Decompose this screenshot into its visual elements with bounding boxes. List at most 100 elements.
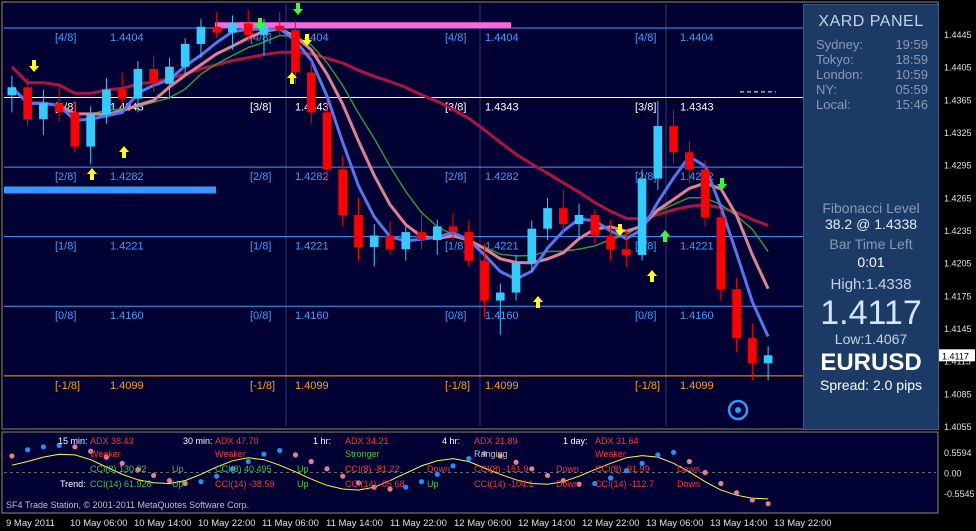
candle-body [86,114,95,147]
indicator-dot [340,473,346,479]
tf-strength: Weaker [90,449,121,459]
tf-adx: ADX 38.43 [90,436,134,446]
indicator-dot [9,453,15,459]
tf-cci14-dir: Up [297,479,309,489]
level-name: [0/8] [250,310,271,322]
candle-body [7,87,17,96]
indicator-dot [734,490,740,496]
indicator-dot [655,452,661,458]
indicator-dot [466,455,472,462]
indicator-dot [25,447,31,453]
tf-adx: ADX 47.70 [215,436,259,446]
tf-strength: Weaker [215,449,246,459]
level-value: 1.4099 [680,380,714,392]
candle-body [448,226,458,233]
level-value: 1.4099 [485,380,519,392]
main-chart-area[interactable] [1,1,939,430]
tf-cci14: CCI(14) 61.928 [90,479,152,489]
bar-time-label: Bar Time Left [829,236,913,252]
indicator-dot [718,480,724,487]
level-name: [4/8] [55,32,76,44]
price-tick: 1.4085 [944,389,972,399]
time-tick: 13 May 14:00 [710,518,768,529]
level-value: 1.4221 [110,241,144,253]
tf-adx: ADX 34.21 [345,436,389,446]
level-name: [-1/8] [445,380,470,392]
level-value: 1.4343 [680,102,714,114]
tf-name: 4 hr: [442,436,460,446]
level-name: [-1/8] [635,380,660,392]
tf-strength: Stronger [345,449,380,459]
time-tick: 10 May 14:00 [134,518,192,529]
level-name: [0/8] [445,310,466,322]
indicator-dot [261,451,267,457]
level-value: 1.4160 [485,310,519,322]
level-name: [1/8] [55,241,76,253]
candle-body [606,235,615,250]
indicator-dot [40,444,46,450]
symbol: EURUSD [820,349,922,376]
tf-cci8: CCI(8) -151.9 [474,464,529,474]
price-tick: 1.4175 [944,291,972,301]
time-tick: 12 May 06:00 [454,518,512,529]
candle-body [685,152,694,170]
candle-body [700,169,710,218]
tf-cci8-dir: Down [677,464,700,474]
tf-cci14: CCI(14) -38.59 [215,479,275,489]
indicator-tick: -0.5545 [944,489,975,499]
candle-body [102,89,111,115]
candle-body [133,69,143,99]
candle-body [574,215,584,225]
time-tick: 11 May 06:00 [262,518,319,529]
candle-body [417,232,426,241]
indicator-dot [529,466,535,472]
tf-name: 1 hr: [313,436,331,446]
candle-body [354,215,363,247]
time-tick: 9 May 2011 [6,518,55,529]
tf-cci14: CCI(14) -104.1 [474,479,534,489]
candle-body [322,112,332,170]
level-value: 1.4343 [485,102,519,114]
fib-value: 38.2 @ 1.4338 [824,216,918,232]
level-value: 1.4282 [295,171,329,183]
candle-body [275,25,285,31]
candle-body [385,235,395,250]
level-value: 1.4099 [295,380,329,392]
level-value: 1.4282 [110,171,144,183]
fib-label: Fibonacci Level [822,200,920,216]
level-value: 1.4160 [680,310,714,322]
candle-body [432,226,442,241]
level-name: [3/8] [635,102,656,114]
price-tick: 1.4405 [944,63,972,73]
tf-cci14-dir: Up [172,479,184,489]
tf-adx: ADX 21.89 [474,436,518,446]
tf-name: 1 day: [563,436,588,446]
time-tick: 10 May 22:00 [198,518,256,529]
level-name: [-1/8] [250,380,275,392]
indicator-dot [670,449,677,455]
indicator-dot [765,501,771,507]
candle-body [117,89,127,99]
tf-cci8-dir: Up [172,464,184,474]
candle-body [653,126,663,179]
candle-body [763,355,773,364]
tf-strength: Ranging [474,449,508,459]
candle-body [558,208,568,225]
candle-body [369,235,379,247]
time-tick: 10 May 06:00 [70,518,128,529]
candle-body [543,208,552,229]
price-tick: 1.4295 [944,161,972,171]
indicator-dot [277,447,283,454]
candle-body [480,260,489,301]
tf-cci8-dir: Down [556,464,579,474]
indicator-dot [214,473,220,479]
level-name: [3/8] [250,102,271,114]
tf-cci8: CCI(8) 130.02 [90,464,147,474]
candle-body [291,30,300,73]
candle-body [464,232,474,261]
candle-body [196,26,206,44]
tf-cci8-dir: Up [297,464,309,474]
candle-body [180,43,190,67]
session-tokyo: Tokyo: 18:59 [816,52,928,67]
level-value: 1.4099 [110,380,144,392]
